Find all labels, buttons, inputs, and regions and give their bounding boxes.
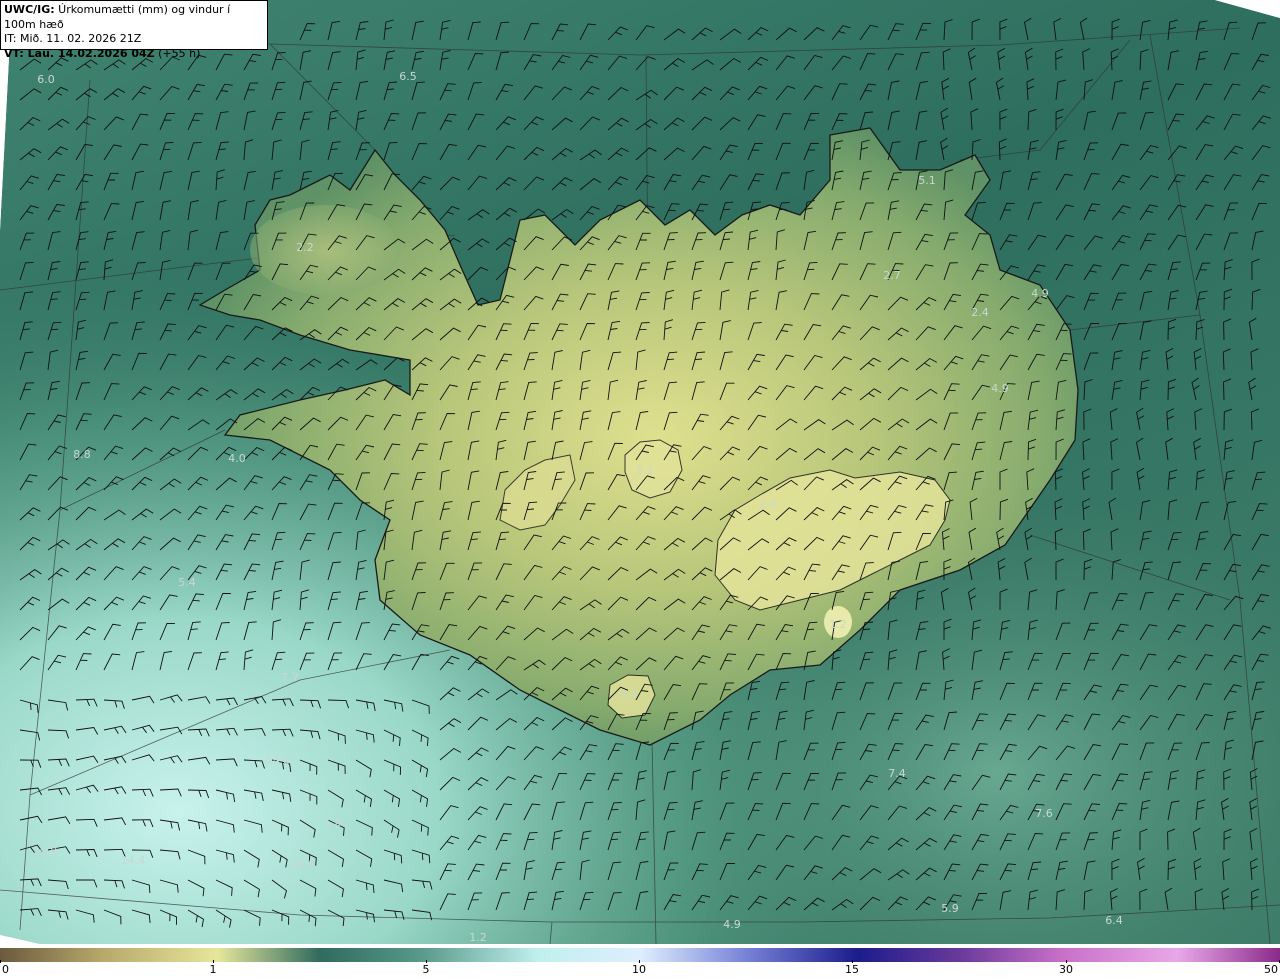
value-label: 4.9 <box>723 918 741 931</box>
map-title-box: UWC/IG: Úrkomumætti (mm) og vindur í 100… <box>0 0 268 60</box>
map-canvas: 6.0 6.5 5.1 2.7 4.9 2.4 4.9 2.2 8.8 4.0 … <box>0 0 1280 945</box>
legend-tick: 0 <box>2 963 9 976</box>
value-label: 6.5 <box>399 70 417 83</box>
value-label: 2.0 <box>759 498 777 511</box>
value-label: 1.2 <box>829 618 847 631</box>
title-line: UWC/IG: Úrkomumætti (mm) og vindur í 100… <box>4 3 264 32</box>
forecast-map: 6.0 6.5 5.1 2.7 4.9 2.4 4.9 2.2 8.8 4.0 … <box>0 0 1280 948</box>
value-label: 14.8 <box>266 754 291 767</box>
value-label: 7.4 <box>888 767 906 780</box>
value-label: 5.1 <box>918 174 936 187</box>
value-label: 1.2 <box>469 931 487 944</box>
value-label: 1.8 <box>324 816 342 829</box>
value-label: 4.9 <box>1031 287 1049 300</box>
legend-tick: 10 <box>632 963 646 976</box>
lead-time: (+55 h) <box>154 46 201 60</box>
value-label: 2.7 <box>883 269 901 282</box>
value-label: 5.4 <box>178 576 196 589</box>
color-scale-bar <box>0 948 1280 962</box>
value-label: 1.1 <box>636 464 654 477</box>
value-label: 4.0 <box>228 452 246 465</box>
legend-tick: 1 <box>209 963 217 976</box>
legend-tick: 30 <box>1059 963 1073 976</box>
value-label: 4.9 <box>991 382 1009 395</box>
value-label: 2.4 <box>971 306 989 319</box>
value-label: 2.4 <box>620 688 638 701</box>
value-label: 10.5 <box>291 858 316 871</box>
model-name: UWC/IG: <box>4 3 55 16</box>
valid-time-line: VT: Lau. 14.02.2026 04Z (+55 h) <box>4 47 264 62</box>
value-label: 7.7 <box>281 671 299 684</box>
init-time: IT: Mið. 11. 02. 2026 21Z <box>4 32 142 45</box>
value-label: 8.8 <box>73 448 91 461</box>
value-label: 2.2 <box>296 241 314 254</box>
value-label: 6.0 <box>37 73 55 86</box>
valid-time: VT: Lau. 14.02.2026 04Z <box>4 46 155 60</box>
value-label: 10.8 <box>33 845 58 858</box>
value-label: 5.9 <box>941 902 959 915</box>
legend-tick: 5 <box>422 963 430 976</box>
value-label: 14.4 <box>121 854 146 867</box>
legend-tick: 50 <box>1264 963 1278 976</box>
value-label: 6.4 <box>1105 914 1123 927</box>
color-legend: 0 1 5 10 15 30 50 <box>0 948 1280 978</box>
value-label: 7.6 <box>1035 807 1053 820</box>
legend-tick: 15 <box>845 963 859 976</box>
